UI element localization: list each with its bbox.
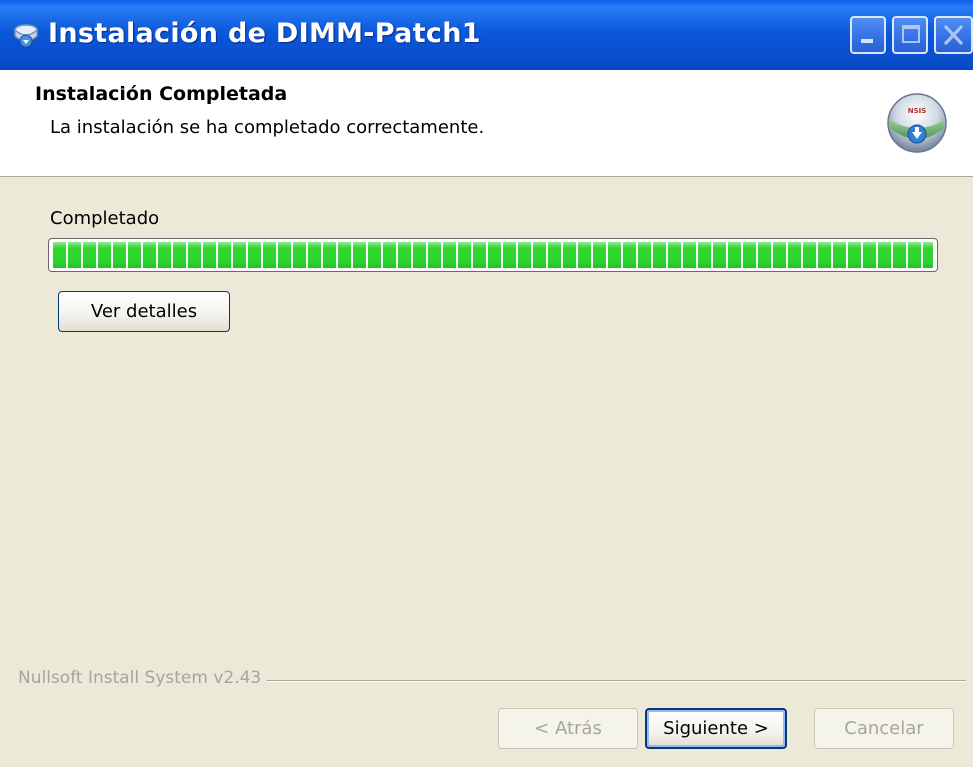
back-button[interactable]: < Atrás [498, 708, 638, 749]
close-icon [944, 25, 963, 45]
progress-fill [53, 242, 933, 268]
svg-text:NSIS: NSIS [908, 107, 927, 115]
cancel-button[interactable]: Cancelar [814, 708, 954, 749]
header-panel: Instalación Completada La instalación se… [0, 70, 973, 177]
progress-label: Completado [50, 208, 160, 229]
installer-window: Instalación de DIMM-Patch1 Instalación C… [0, 0, 973, 767]
installer-icon [14, 24, 38, 48]
maximize-button[interactable] [892, 16, 928, 54]
maximize-icon [894, 18, 926, 52]
progress-bar [48, 238, 938, 272]
page-title: Instalación Completada [35, 83, 288, 105]
title-bar[interactable]: Instalación de DIMM-Patch1 [0, 0, 973, 70]
close-button[interactable] [934, 16, 973, 54]
nsis-installer-icon: NSIS [887, 93, 947, 153]
show-details-button[interactable]: Ver detalles [58, 291, 230, 332]
next-button[interactable]: Siguiente > [645, 708, 787, 749]
page-subtitle: La instalación se ha completado correcta… [50, 117, 485, 138]
branding-text: Nullsoft Install System v2.43 [18, 668, 268, 688]
window-title: Instalación de DIMM-Patch1 [48, 18, 481, 49]
minimize-icon [852, 18, 884, 52]
minimize-button[interactable] [850, 16, 886, 54]
